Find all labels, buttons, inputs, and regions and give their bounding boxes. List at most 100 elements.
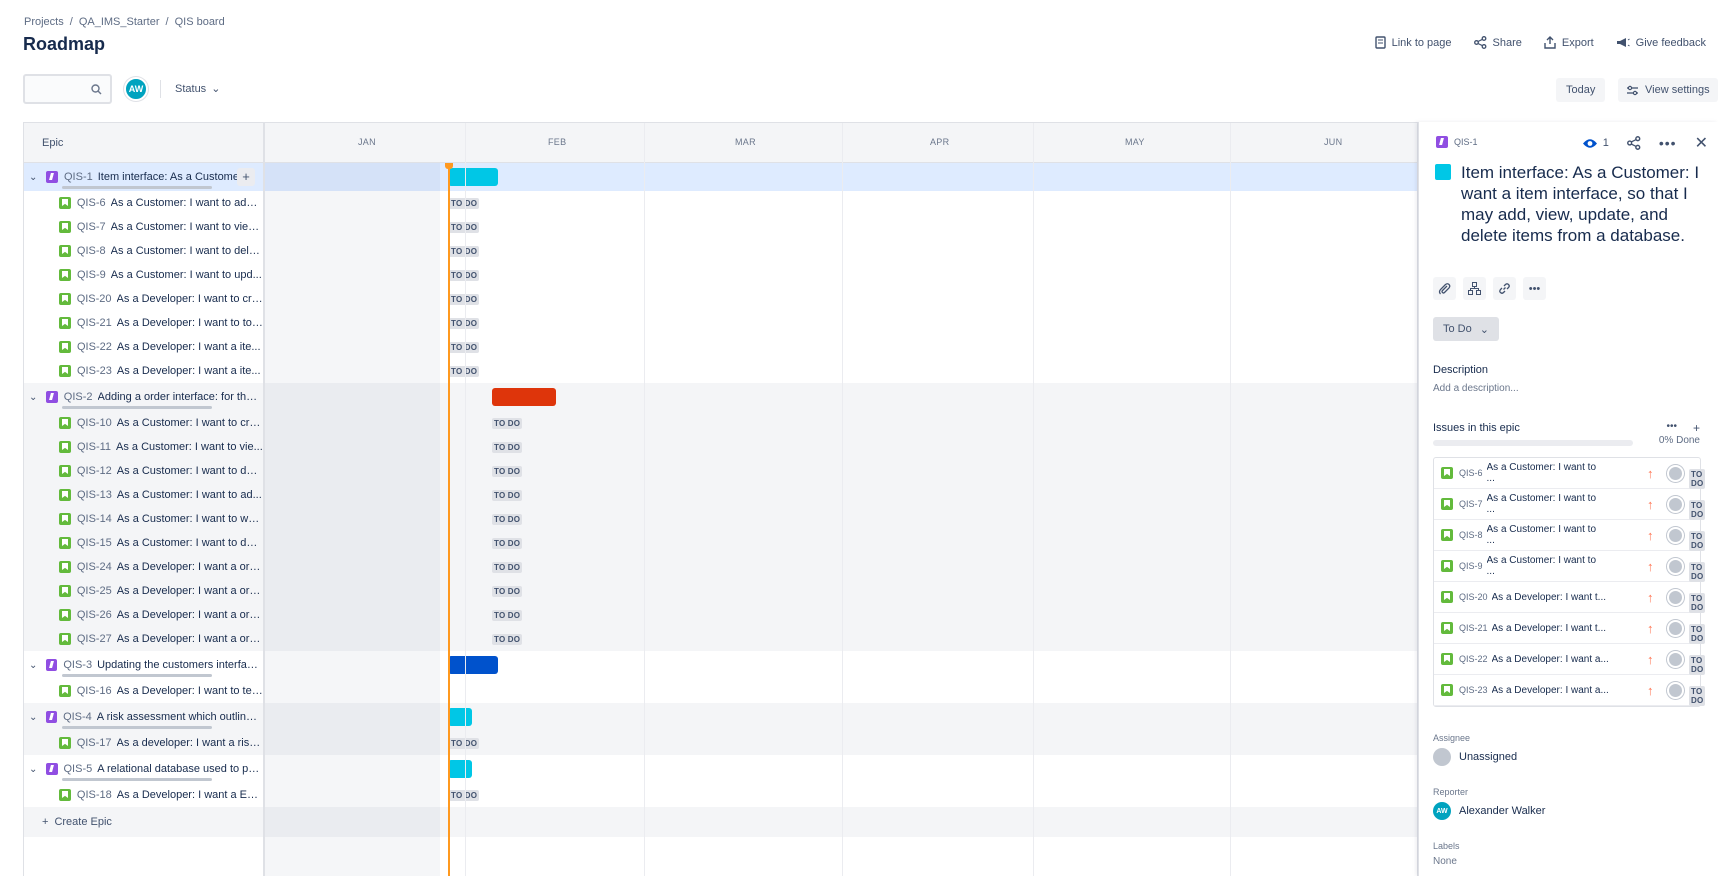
issue-row-cell[interactable]: QIS-24 As a Developer: I want a ord... [24, 555, 263, 579]
reporter-field[interactable]: AW Alexander Walker [1433, 802, 1545, 820]
epic-row[interactable]: ⌄ QIS-3 Updating the customers interface..… [24, 651, 1417, 679]
assignee-field[interactable]: Unassigned [1433, 748, 1517, 766]
epic-row-cell[interactable]: ⌄ QIS-4 A risk assessment which outlines .… [24, 703, 263, 731]
issue-row[interactable]: QIS-9 As a Customer: I want to upd... TO D… [24, 263, 1417, 287]
share-button[interactable]: Share [1473, 36, 1522, 49]
more-actions-icon[interactable]: ••• [1659, 135, 1677, 151]
unassigned-avatar-icon[interactable] [1667, 495, 1684, 513]
issue-row-cell[interactable]: QIS-9 As a Customer: I want to upd... [24, 263, 263, 287]
issue-row-cell[interactable]: QIS-14 As a Customer: I want to wa... [24, 507, 263, 531]
more-icon[interactable]: ••• [1523, 277, 1546, 300]
issue-row[interactable]: QIS-6 As a Customer: I want to add ... TO … [24, 191, 1417, 215]
unassigned-avatar-icon[interactable] [1667, 681, 1684, 699]
breadcrumb-board[interactable]: QIS board [175, 16, 225, 28]
issue-row-cell[interactable]: QIS-18 As a Developer: I want a ER... [24, 783, 263, 807]
status-lozenge[interactable]: TO DO [1689, 593, 1706, 613]
issue-row[interactable]: QIS-20 As a Developer: I want to cre... TO… [24, 287, 1417, 311]
issue-row-cell[interactable]: QIS-26 As a Developer: I want a ord... [24, 603, 263, 627]
issue-row[interactable]: QIS-13 As a Customer: I want to ad... TO D… [24, 483, 1417, 507]
status-lozenge[interactable]: TO DO [1689, 655, 1706, 675]
issue-row-cell[interactable]: QIS-11 As a Customer: I want to vie... [24, 435, 263, 459]
epic-child-issue[interactable]: QIS-7 As a Customer: I want to ... ↑ TO DO [1434, 489, 1706, 520]
epic-child-issue[interactable]: QIS-20 As a Developer: I want t... ↑ TO DO [1434, 582, 1706, 613]
today-button[interactable]: Today [1556, 78, 1606, 102]
epic-child-issue[interactable]: QIS-8 As a Customer: I want to ... ↑ TO DO [1434, 520, 1706, 551]
epic-row[interactable]: ⌄ QIS-2 Adding a order interface: for the … [24, 383, 1417, 411]
epic-timeline-bar[interactable] [448, 708, 472, 726]
epic-row-cell[interactable]: ⌄ QIS-2 Adding a order interface: for the … [24, 383, 263, 411]
epic-child-issue[interactable]: QIS-9 As a Customer: I want to ... ↑ TO DO [1434, 551, 1706, 582]
epic-child-issue[interactable]: QIS-22 As a Developer: I want a... ↑ TO DO [1434, 644, 1706, 675]
child-issues-icon[interactable] [1463, 277, 1486, 300]
issue-row[interactable]: QIS-21 As a Developer: I want to to ... TO… [24, 311, 1417, 335]
unassigned-avatar-icon[interactable] [1667, 650, 1684, 668]
unassigned-avatar-icon[interactable] [1667, 526, 1684, 544]
issue-row[interactable]: QIS-27 As a Developer: I want a ord... TO … [24, 627, 1417, 651]
issue-row[interactable]: QIS-22 As a Developer: I want a ite... TO … [24, 335, 1417, 359]
unassigned-avatar-icon[interactable] [1667, 464, 1684, 482]
avatar-filter[interactable]: AW [124, 77, 148, 101]
issue-row[interactable]: QIS-15 As a Customer: I want to del... TO … [24, 531, 1417, 555]
link-to-page-button[interactable]: Link to page [1374, 36, 1452, 49]
status-filter-dropdown[interactable]: Status ⌄ [175, 82, 220, 96]
issue-row-cell[interactable]: QIS-23 As a Developer: I want a ite... [24, 359, 263, 383]
epic-child-issue[interactable]: QIS-23 As a Developer: I want a... ↑ TO DO [1434, 675, 1706, 706]
epic-child-issue[interactable]: QIS-6 As a Customer: I want to ... ↑ TO DO [1434, 458, 1706, 489]
epic-row-cell[interactable]: ⌄ QIS-5 A relational database used to per.… [24, 755, 263, 783]
status-dropdown[interactable]: To Do ⌄ [1433, 317, 1499, 341]
epic-timeline-bar[interactable] [448, 656, 498, 674]
epic-timeline-bar[interactable] [448, 168, 498, 186]
breadcrumb-project[interactable]: QA_IMS_Starter [79, 16, 160, 28]
issue-row-cell[interactable]: QIS-7 As a Customer: I want to view... [24, 215, 263, 239]
give-feedback-button[interactable]: Give feedback [1616, 36, 1706, 49]
epic-row[interactable]: ⌄ QIS-1 Item interface: As a Customer... + [24, 163, 1417, 191]
status-lozenge[interactable]: TO DO [1689, 686, 1706, 706]
panel-title[interactable]: Item interface: As a Customer: I want a … [1461, 162, 1701, 246]
epic-row[interactable]: ⌄ QIS-5 A relational database used to per.… [24, 755, 1417, 783]
issue-row-cell[interactable]: QIS-8 As a Customer: I want to dele... [24, 239, 263, 263]
issue-row[interactable]: QIS-11 As a Customer: I want to vie... TO … [24, 435, 1417, 459]
panel-issue-key[interactable]: QIS-1 [1436, 136, 1478, 148]
status-lozenge[interactable]: TO DO [1689, 500, 1706, 520]
chevron-down-icon[interactable]: ⌄ [29, 764, 41, 775]
chevron-down-icon[interactable]: ⌄ [29, 660, 41, 671]
issue-row[interactable]: QIS-18 As a Developer: I want a ER... TO D… [24, 783, 1417, 807]
epic-color-swatch[interactable] [1435, 164, 1451, 180]
issue-row[interactable]: QIS-16 As a Developer: I want to tes... [24, 679, 1417, 703]
issue-row-cell[interactable]: QIS-10 As a Customer: I want to cre... [24, 411, 263, 435]
issue-row-cell[interactable]: QIS-13 As a Customer: I want to ad... [24, 483, 263, 507]
issue-row-cell[interactable]: QIS-15 As a Customer: I want to del... [24, 531, 263, 555]
issue-row[interactable]: QIS-25 As a Developer: I want a ord... TO … [24, 579, 1417, 603]
issue-row-cell[interactable]: QIS-17 As a developer: I want a risk ... [24, 731, 263, 755]
watch-button[interactable]: 1 [1582, 137, 1609, 149]
share-icon[interactable] [1626, 136, 1641, 150]
chevron-down-icon[interactable]: ⌄ [29, 172, 41, 183]
epic-row-cell[interactable]: ⌄ QIS-3 Updating the customers interface..… [24, 651, 263, 679]
issue-row[interactable]: QIS-17 As a developer: I want a risk ... T… [24, 731, 1417, 755]
epic-timeline-bar[interactable] [448, 760, 472, 778]
epic-timeline-bar[interactable] [492, 388, 556, 406]
search-input[interactable] [23, 74, 112, 104]
epic-child-issue[interactable]: QIS-21 As a Developer: I want t... ↑ TO DO [1434, 613, 1706, 644]
attachment-icon[interactable] [1433, 277, 1456, 300]
status-lozenge[interactable]: TO DO [1689, 531, 1706, 551]
chevron-down-icon[interactable]: ⌄ [29, 712, 41, 723]
epic-row-cell[interactable]: ⌄ QIS-1 Item interface: As a Customer... + [24, 163, 263, 191]
issue-row-cell[interactable]: QIS-20 As a Developer: I want to cre... [24, 287, 263, 311]
export-button[interactable]: Export [1544, 36, 1594, 49]
issue-row[interactable]: QIS-14 As a Customer: I want to wa... TO D… [24, 507, 1417, 531]
status-lozenge[interactable]: TO DO [1689, 469, 1706, 489]
issue-row[interactable]: QIS-24 As a Developer: I want a ord... TO … [24, 555, 1417, 579]
issue-row-cell[interactable]: QIS-21 As a Developer: I want to to ... [24, 311, 263, 335]
unassigned-avatar-icon[interactable] [1667, 588, 1684, 606]
close-icon[interactable]: ✕ [1695, 133, 1708, 153]
more-icon[interactable]: ••• [1666, 421, 1677, 435]
labels-field[interactable]: None [1433, 856, 1457, 867]
add-child-issue-button[interactable]: + [1693, 421, 1700, 435]
chevron-down-icon[interactable]: ⌄ [29, 392, 41, 403]
issue-row-cell[interactable]: QIS-12 As a Customer: I want to del... [24, 459, 263, 483]
view-settings-button[interactable]: View settings [1618, 78, 1718, 102]
status-lozenge[interactable]: TO DO [1689, 624, 1706, 644]
issue-row-cell[interactable]: QIS-16 As a Developer: I want to tes... [24, 679, 263, 703]
status-lozenge[interactable]: TO DO [1689, 562, 1706, 582]
